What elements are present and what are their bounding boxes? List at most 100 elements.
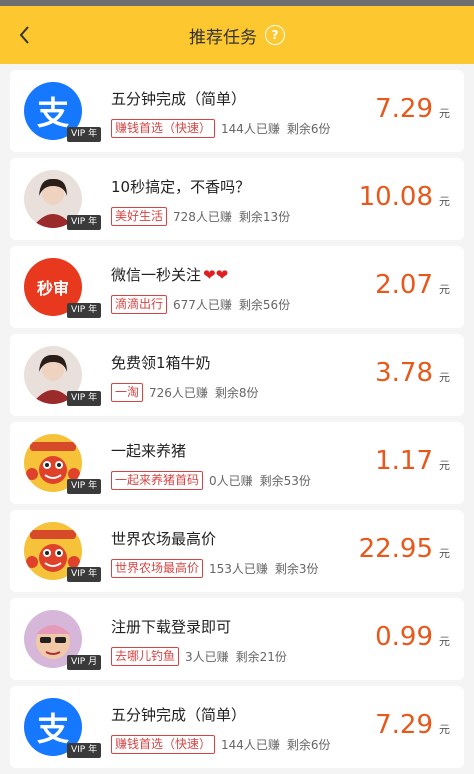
task-title-text: 世界农场最高价: [111, 530, 217, 548]
task-meta: 世界农场最高价 153人已赚 剩余3份: [111, 559, 319, 578]
task-title-text: 一起来养猪: [111, 442, 187, 460]
task-title: 微信一秒关注 ❤❤: [111, 264, 228, 285]
task-card[interactable]: VIP 年 免费领1箱牛奶 一淘 726人已赚 剩余8份 3.78 元: [10, 334, 464, 416]
earned-count: 728人已赚: [173, 210, 232, 224]
avatar: 秒审 VIP 年: [24, 258, 102, 318]
heart-icon: ❤❤: [203, 266, 229, 284]
task-meta: 一淘 726人已赚 剩余8份: [111, 383, 259, 402]
task-stats: 144人已赚 剩余6份: [221, 736, 331, 753]
avatar-text: 支: [36, 94, 69, 132]
chevron-left-icon: [19, 26, 29, 44]
task-meta: 赚钱首选（快速） 144人已赚 剩余6份: [111, 735, 331, 754]
task-stats: 0人已赚 剩余53份: [209, 472, 311, 489]
price-unit: 元: [439, 195, 450, 208]
task-card[interactable]: 支 VIP 年 五分钟完成（简单） 赚钱首选（快速） 144人已赚 剩余6份 7.…: [10, 70, 464, 152]
top-nav-bar: 推荐任务 ?: [0, 6, 474, 64]
price: 7.29 元: [375, 710, 450, 740]
task-title-text: 五分钟完成（简单）: [111, 706, 247, 724]
task-stats: 677人已赚 剩余56份: [173, 296, 290, 313]
price-value: 1.17: [375, 446, 433, 476]
price-unit: 元: [439, 547, 450, 560]
price: 1.17 元: [375, 446, 450, 476]
price: 10.08 元: [359, 182, 450, 212]
task-card[interactable]: 支 VIP 年 五分钟完成（简单） 赚钱首选（快速） 144人已赚 剩余6份 7.…: [10, 686, 464, 768]
remaining-count: 剩余53份: [259, 474, 311, 488]
vip-badge: VIP 年: [67, 127, 102, 142]
remaining-count: 剩余6份: [286, 122, 331, 136]
help-icon[interactable]: ?: [265, 25, 285, 45]
earned-count: 0人已赚: [209, 474, 253, 488]
earned-count: 3人已赚: [185, 650, 229, 664]
price-unit: 元: [439, 459, 450, 472]
task-meta: 赚钱首选（快速） 144人已赚 剩余6份: [111, 119, 331, 138]
price-value: 3.78: [375, 358, 433, 388]
vip-badge: VIP 年: [67, 743, 102, 758]
avatar: VIP 月: [24, 610, 102, 670]
task-stats: 153人已赚 剩余3份: [209, 560, 319, 577]
task-card[interactable]: VIP 年 一起来养猪 一起来养猪首码 0人已赚 剩余53份 1.17 元: [10, 422, 464, 504]
price-unit: 元: [439, 107, 450, 120]
task-title: 免费领1箱牛奶: [111, 352, 211, 373]
vip-badge: VIP 年: [67, 303, 102, 318]
task-stats: 726人已赚 剩余8份: [149, 384, 259, 401]
task-tag: 一起来养猪首码: [111, 471, 204, 490]
task-tag: 美好生活: [111, 207, 168, 226]
avatar: VIP 年: [24, 434, 102, 494]
avatar: 支 VIP 年: [24, 698, 102, 758]
price-value: 10.08: [358, 182, 433, 212]
remaining-count: 剩余13份: [238, 210, 291, 224]
task-card[interactable]: VIP 年 10秒搞定，不香吗？ 美好生活 728人已赚 剩余13份 10.08 …: [10, 158, 464, 240]
task-title: 一起来养猪: [111, 440, 186, 461]
task-meta: 去哪儿钓鱼 3人已赚 剩余21份: [111, 647, 287, 666]
avatar-text: 支: [36, 710, 69, 748]
task-tag: 滴滴出行: [111, 295, 168, 314]
avatar: VIP 年: [24, 346, 102, 406]
task-meta: 一起来养猪首码 0人已赚 剩余53份: [111, 471, 311, 490]
task-card[interactable]: VIP 月 注册下载登录即可 去哪儿钓鱼 3人已赚 剩余21份 0.99 元: [10, 598, 464, 680]
task-title: 注册下载登录即可: [111, 616, 231, 637]
avatar: VIP 年: [24, 522, 102, 582]
price-unit: 元: [439, 283, 450, 296]
remaining-count: 剩余56份: [238, 298, 291, 312]
task-tag: 一淘: [111, 383, 144, 402]
task-title: 五分钟完成（简单）: [111, 704, 246, 725]
remaining-count: 剩余8份: [214, 386, 259, 400]
vip-badge: VIP 年: [67, 215, 102, 230]
price-value: 7.29: [375, 94, 433, 124]
task-card[interactable]: 秒审 VIP 年 微信一秒关注 ❤❤ 滴滴出行 677人已赚 剩余56份 2.07 …: [10, 246, 464, 328]
avatar-text: 秒审: [36, 279, 69, 298]
earned-count: 144人已赚: [221, 738, 280, 752]
price: 22.95 元: [359, 534, 450, 564]
vip-badge: VIP 年: [67, 391, 102, 406]
price-value: 2.07: [375, 270, 433, 300]
task-tag: 去哪儿钓鱼: [111, 647, 180, 666]
task-meta: 滴滴出行 677人已赚 剩余56份: [111, 295, 290, 314]
task-title-text: 免费领1箱牛奶: [111, 354, 211, 372]
price-value: 7.29: [375, 710, 433, 740]
price: 3.78 元: [375, 358, 450, 388]
task-title-text: 10秒搞定，不香吗？: [111, 178, 251, 196]
earned-count: 726人已赚: [149, 386, 208, 400]
task-stats: 728人已赚 剩余13份: [173, 208, 290, 225]
vip-badge: VIP 年: [67, 479, 102, 494]
task-tag: 赚钱首选（快速）: [111, 735, 216, 754]
task-title-text: 注册下载登录即可: [111, 618, 232, 636]
task-title-text: 五分钟完成（简单）: [111, 90, 247, 108]
earned-count: 677人已赚: [173, 298, 232, 312]
price-unit: 元: [439, 723, 450, 736]
task-stats: 3人已赚 剩余21份: [185, 648, 287, 665]
back-button[interactable]: [14, 19, 38, 51]
task-tag: 世界农场最高价: [111, 559, 204, 578]
task-list: 支 VIP 年 五分钟完成（简单） 赚钱首选（快速） 144人已赚 剩余6份 7.…: [0, 70, 474, 774]
price: 7.29 元: [375, 94, 450, 124]
task-title: 10秒搞定，不香吗？: [111, 176, 250, 197]
earned-count: 153人已赚: [209, 562, 268, 576]
avatar: 支 VIP 年: [24, 82, 102, 142]
price-value: 0.99: [375, 622, 433, 652]
page-title: 推荐任务: [189, 27, 257, 48]
task-stats: 144人已赚 剩余6份: [221, 120, 331, 137]
task-card[interactable]: VIP 年 世界农场最高价 世界农场最高价 153人已赚 剩余3份 22.95 元: [10, 510, 464, 592]
price: 2.07 元: [375, 270, 450, 300]
task-meta: 美好生活 728人已赚 剩余13份: [111, 207, 290, 226]
remaining-count: 剩余6份: [286, 738, 331, 752]
